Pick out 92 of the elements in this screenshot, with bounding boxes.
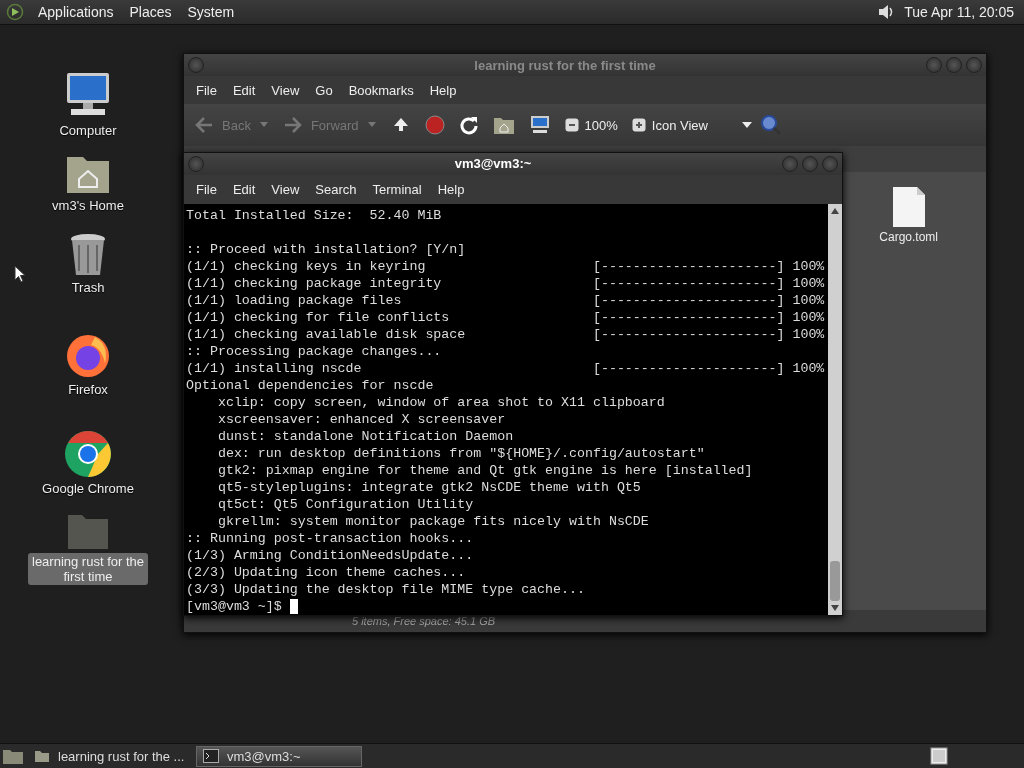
terminal-line: gkrellm: system monitor package fits nicely with NsCDE [216,513,649,530]
caret-icon [366,122,377,128]
desktop-icon-label[interactable]: vm3's Home [48,197,128,214]
terminal-line: :: Proceed with installation? [Y/n] [186,241,466,258]
scroll-up-arrow-icon[interactable] [831,208,839,214]
progress-bar-text: [----------------------] [592,326,785,343]
stop-icon[interactable] [424,115,445,135]
terminal-line: (1/1) installing nscde [186,360,363,377]
progress-percent: 100% [792,258,825,275]
terminal-line: :: Processing package changes... [186,343,442,360]
window-title: learning rust for the first time [473,57,657,73]
progress-percent: 100% [792,309,825,326]
caret-icon [258,122,269,128]
file-name[interactable]: Cargo.toml [879,230,938,244]
show-desktop-icon[interactable] [2,747,24,765]
pointer-cursor-icon [14,265,26,283]
progress-bar-text: [----------------------] [592,258,785,275]
terminal-line: xscreensaver: enhanced X screensaver [216,411,506,428]
terminal-line: (1/1) checking keys in keyring [186,258,427,275]
taskbar-button[interactable]: learning rust for the ... [28,746,192,766]
home-icon[interactable] [492,115,515,135]
desktop-icon-label[interactable]: Firefox [64,381,112,398]
terminal-line: (1/1) checking package integrity [186,275,443,292]
status-text: 5 items, Free space: 45.1 GB [352,615,496,627]
menu-item[interactable]: File [190,82,223,98]
clock[interactable]: Tue Apr 11, 20:05 [900,4,1018,20]
progress-percent: 100% [792,275,825,292]
chrome-icon[interactable] [64,430,112,478]
left-arrow-icon [194,117,214,133]
desktop-icon-label[interactable]: learning rust for the first time [28,553,148,585]
menu-item[interactable]: Help [423,82,463,98]
logo-icon[interactable] [6,3,24,21]
terminal-line: qt5ct: Qt5 Configuration Utility [216,496,474,513]
text-cursor [289,599,298,614]
desktop-icon-label[interactable]: Google Chrome [38,480,138,497]
panel-menu[interactable]: System [181,4,241,20]
menu-item[interactable]: Edit [226,82,262,98]
terminal-line: gtk2: pixmap engine for theme and Qt gtk engine is here [installed] [216,462,753,479]
document-icon[interactable] [890,186,927,228]
progress-bar-text: [----------------------] [592,309,785,326]
scroll-down-arrow-icon[interactable] [831,605,839,611]
menu-item[interactable]: Terminal [366,181,428,197]
terminal-line: (1/3) Arming ConditionNeedsUpdate... [186,547,474,564]
terminal-line: (1/1) checking for file conflicts [186,309,451,326]
terminal-line: qt5-styleplugins: integrate gtk2 NsCDE theme with Qt5 [216,479,641,496]
desktop-icon-label[interactable]: Computer [55,122,121,139]
shell-prompt: [vm3@vm3 ~]$ [186,598,282,615]
progress-percent: 100% [792,326,825,343]
progress-percent: 100% [792,360,825,377]
zoom-in-icon[interactable] [631,118,646,132]
zoom-out-icon[interactable] [564,118,579,132]
terminal-line: dunst: standalone Notification Daemon [216,428,514,445]
window-title: vm3@vm3:~ [453,156,533,172]
progress-bar-text: [----------------------] [592,275,785,292]
reload-icon[interactable] [458,115,479,135]
menu-item[interactable]: Bookmarks [342,82,420,98]
scrollbar-thumb[interactable] [830,561,840,601]
progress-percent: 100% [792,292,825,309]
menu-item[interactable]: Search [309,181,363,197]
terminal-line: Optional dependencies for nscde [186,377,434,394]
terminal-line: Total Installed Size: 52.40 MiB [186,207,442,224]
terminal-line: xclip: copy screen, window of area shot to X11 clipboard [216,394,665,411]
view-dropdown[interactable]: Icon View [651,117,752,133]
menu-item[interactable]: Go [309,82,339,98]
terminal-line: dex: run desktop definitions from "${HOME}/.config/autostart" [216,445,705,462]
menu-item[interactable]: File [190,181,223,197]
trash-icon[interactable] [69,233,107,277]
progress-bar-text: [----------------------] [592,292,785,309]
right-arrow-icon [282,117,303,133]
workspace-switcher-icon[interactable] [930,747,948,765]
terminal-line: (3/3) Updating the desktop file MIME type cache... [186,581,585,598]
desktop-icon-label[interactable]: Trash [67,279,109,296]
caret-icon [742,122,752,128]
folder-icon [34,749,50,763]
terminal-line: (2/3) Updating icon theme caches... [186,564,466,581]
menu-item[interactable]: View [265,181,306,197]
search-icon[interactable] [760,114,782,136]
firefox-icon[interactable] [65,333,111,379]
panel-menu[interactable]: Places [123,4,178,20]
progress-bar-text: [----------------------] [592,360,785,377]
terminal-line: (1/1) checking available disk space [186,326,467,343]
menu-item[interactable]: Help [431,181,471,197]
taskbar-button[interactable]: vm3@vm3:~ [196,745,362,767]
scrollbar[interactable] [828,204,842,615]
computer-icon[interactable] [528,115,551,135]
panel-menu[interactable]: Applications [32,4,120,20]
zoom-level: 100% [584,117,618,133]
menu-item[interactable]: Edit [226,181,262,197]
terminal-line: (1/1) loading package files [186,292,403,309]
terminal-line: :: Running post-transaction hooks... [186,530,474,547]
menu-item[interactable]: View [265,82,306,98]
terminal-icon [203,749,219,763]
